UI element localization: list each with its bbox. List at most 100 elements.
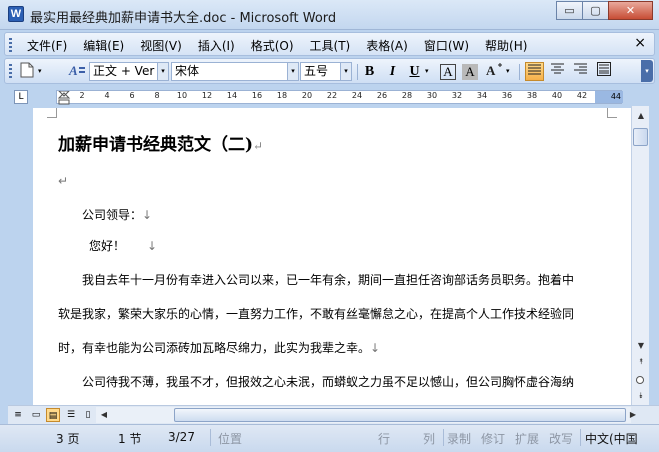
print-layout-icon[interactable]: ▤ bbox=[46, 408, 60, 422]
ruler-label: 2 bbox=[79, 91, 85, 100]
menu-help[interactable]: 帮助(H) bbox=[485, 37, 527, 54]
ruler-label: 16 bbox=[251, 91, 263, 100]
menu-insert[interactable]: 插入(I) bbox=[198, 37, 235, 54]
menu-edit[interactable]: 编辑(E) bbox=[83, 37, 124, 54]
menu-format[interactable]: 格式(O) bbox=[251, 37, 294, 54]
body-line[interactable]: 公司待我不薄，我虽不才，但报效之心未泯，而蟒蚁之力虽不足以憾山，但公司胸怀虚谷海… bbox=[82, 373, 574, 390]
tab-selector-button[interactable]: L bbox=[14, 90, 28, 104]
ruler-label: 38 bbox=[526, 91, 538, 100]
margin-corner-mark bbox=[47, 108, 57, 118]
chevron-down-icon[interactable]: ▾ bbox=[340, 63, 351, 80]
style-select[interactable]: 正文 + Ver ▾ bbox=[89, 62, 169, 81]
menu-file[interactable]: 文件(F) bbox=[27, 37, 67, 54]
chevron-down-icon[interactable]: ▾ bbox=[287, 63, 298, 80]
document-heading[interactable]: 加薪申请书经典范文（二)↵ bbox=[58, 130, 263, 155]
italic-button[interactable]: I bbox=[383, 62, 402, 81]
body-line[interactable]: 软是我家，繁荣大家乐的心情，一直努力工作，不敢有丝毫懈怠之心，在提高个人工作技术… bbox=[58, 305, 574, 322]
new-document-icon[interactable] bbox=[17, 62, 36, 81]
font-size-value: 五号 bbox=[304, 64, 329, 78]
status-language[interactable]: 中文(中国 bbox=[585, 430, 659, 447]
toolbar-grip-handle[interactable] bbox=[9, 64, 12, 78]
document-page[interactable]: 加薪申请书经典范文（二)↵ ↵ 公司领导：↓ 您好！ ↓ 我自去年十一月份有幸进入… bbox=[33, 108, 631, 405]
vertical-scrollbar[interactable]: ▲ ▼ ⯭ ⯯ bbox=[631, 106, 649, 405]
scroll-left-icon[interactable]: ◀ bbox=[96, 407, 112, 423]
status-divider bbox=[580, 429, 581, 446]
horizontal-scroll-thumb[interactable] bbox=[174, 408, 626, 422]
toolbar-options-icon[interactable]: ▾ bbox=[641, 60, 653, 82]
menu-grip-handle[interactable] bbox=[9, 38, 12, 52]
close-button[interactable]: ✕ bbox=[608, 1, 653, 20]
salutation-line[interactable]: 公司领导：↓ bbox=[82, 206, 152, 223]
outline-view-icon[interactable]: ☰ bbox=[64, 408, 78, 422]
status-revise[interactable]: 修订 bbox=[481, 430, 505, 447]
new-dropdown-icon[interactable]: ▾ bbox=[38, 62, 48, 81]
vertical-ruler-area bbox=[8, 106, 32, 405]
font-select[interactable]: 宋体 ▾ bbox=[171, 62, 299, 81]
right-indent-marker[interactable]: 44 bbox=[595, 91, 623, 103]
align-justify-icon[interactable] bbox=[525, 62, 544, 81]
web-layout-icon[interactable]: ▭ bbox=[29, 408, 43, 422]
minimize-button[interactable]: ▭ bbox=[556, 1, 583, 20]
scroll-right-icon[interactable]: ▶ bbox=[625, 407, 641, 423]
document-close-button[interactable]: × bbox=[634, 35, 646, 51]
line-break-mark: ↓ bbox=[370, 341, 381, 355]
underline-dropdown-icon[interactable]: ▾ bbox=[425, 62, 434, 81]
styles-pane-icon[interactable]: A bbox=[67, 62, 86, 81]
toolbar-separator bbox=[357, 64, 358, 80]
status-section[interactable]: 1 节 bbox=[118, 430, 141, 447]
status-page[interactable]: 3 页 bbox=[56, 430, 79, 447]
heading-text: 加薪申请书经典范文（二) bbox=[58, 135, 254, 155]
maximize-button[interactable]: ▢ bbox=[582, 1, 609, 20]
menu-window[interactable]: 窗口(W) bbox=[424, 37, 469, 54]
menu-table[interactable]: 表格(A) bbox=[366, 37, 408, 54]
normal-view-icon[interactable]: ≡ bbox=[11, 408, 25, 422]
character-border-button[interactable]: A bbox=[440, 64, 456, 80]
status-page-of[interactable]: 3/27 bbox=[168, 430, 195, 444]
status-record[interactable]: 录制 bbox=[447, 430, 471, 447]
status-divider bbox=[210, 429, 211, 446]
character-shading-button[interactable]: A bbox=[462, 64, 478, 80]
scaling-dropdown-icon[interactable]: ▾ bbox=[506, 62, 515, 81]
scroll-up-icon[interactable]: ▲ bbox=[633, 108, 649, 124]
line-text: 时，有幸也能为公司添砖加瓦略尽绵力，此实为我辈之幸。 bbox=[58, 341, 371, 355]
ruler-label: 40 bbox=[551, 91, 563, 100]
status-extend[interactable]: 扩展 bbox=[515, 430, 539, 447]
line-text: 公司领导： bbox=[82, 208, 143, 222]
word-app-icon[interactable]: W bbox=[8, 6, 24, 22]
status-overwrite[interactable]: 改写 bbox=[549, 430, 573, 447]
scroll-down-icon[interactable]: ▼ bbox=[633, 338, 649, 354]
status-bar: 3 页 1 节 3/27 位置 行 列 录制 修订 扩展 改写 中文(中国 bbox=[0, 424, 659, 452]
ruler-label: 26 bbox=[376, 91, 388, 100]
menu-view[interactable]: 视图(V) bbox=[140, 37, 182, 54]
chevron-down-icon[interactable]: ▾ bbox=[157, 63, 168, 80]
horizontal-ruler[interactable]: 2 4 6 8 10 12 14 16 18 20 22 24 26 28 30… bbox=[56, 90, 623, 105]
status-position[interactable]: 位置 bbox=[218, 430, 242, 447]
body-line[interactable]: 我自去年十一月份有幸进入公司以来，已一年有余，期间一直担任咨询部话务员职务。抱着… bbox=[82, 271, 574, 288]
reading-layout-icon[interactable]: ▯ bbox=[81, 408, 95, 422]
empty-paragraph[interactable]: ↵ bbox=[58, 174, 68, 188]
align-center-icon[interactable] bbox=[548, 62, 567, 81]
status-column[interactable]: 列 bbox=[423, 430, 435, 447]
paragraph-mark: ↵ bbox=[253, 139, 264, 153]
ruler-label: 30 bbox=[426, 91, 438, 100]
greeting-line[interactable]: 您好！ ↓ bbox=[89, 237, 157, 254]
indent-marker-icon[interactable] bbox=[58, 91, 72, 105]
menu-tools[interactable]: 工具(T) bbox=[310, 37, 351, 54]
body-line[interactable]: 时，有幸也能为公司添砖加瓦略尽绵力，此实为我辈之幸。↓ bbox=[58, 339, 380, 356]
bold-button[interactable]: B bbox=[360, 62, 379, 81]
next-page-icon[interactable]: ⯯ bbox=[633, 388, 649, 404]
align-right-icon[interactable] bbox=[571, 62, 590, 81]
underline-button[interactable]: U bbox=[405, 62, 424, 81]
select-browse-object-icon[interactable] bbox=[636, 376, 644, 384]
status-line[interactable]: 行 bbox=[378, 430, 390, 447]
window-title: 最实用最经典加薪申请书大全.doc - Microsoft Word bbox=[30, 11, 337, 26]
ruler-label: 6 bbox=[129, 91, 135, 100]
vertical-scroll-thumb[interactable] bbox=[633, 128, 648, 146]
font-size-select[interactable]: 五号 ▾ bbox=[300, 62, 352, 81]
character-scaling-icon[interactable]: A bbox=[484, 62, 503, 81]
distributed-align-icon[interactable] bbox=[594, 62, 613, 81]
previous-page-icon[interactable]: ⯭ bbox=[633, 354, 649, 370]
horizontal-scrollbar[interactable]: ◀ bbox=[96, 407, 631, 423]
margin-corner-mark bbox=[607, 108, 617, 118]
ruler-label: 12 bbox=[201, 91, 213, 100]
